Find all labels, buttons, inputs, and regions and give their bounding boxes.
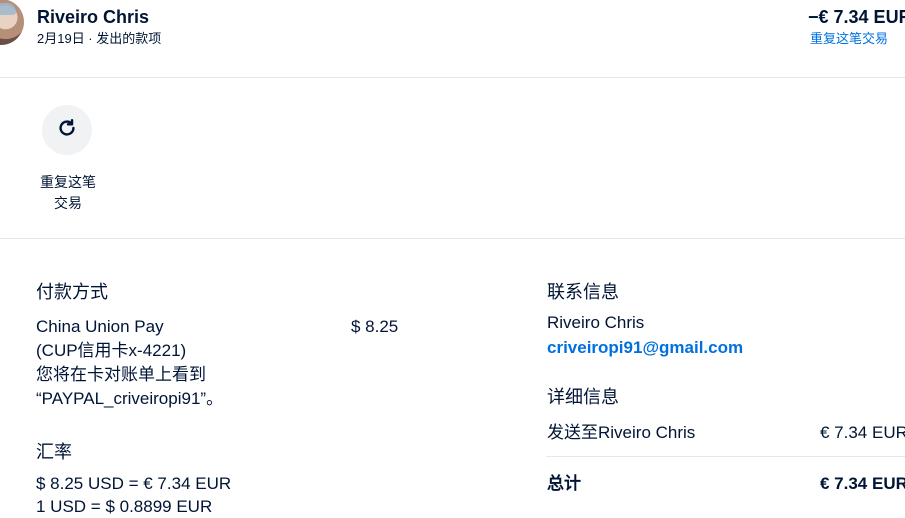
details-divider xyxy=(546,456,905,457)
exchange-rate-line2: 1 USD = $ 0.8899 EUR xyxy=(36,497,213,516)
payment-method-title: 付款方式 xyxy=(36,282,108,302)
sent-to-amount: € 7.34 EUR xyxy=(820,423,905,442)
sent-to-label: 发送至Riveiro Chris xyxy=(547,423,696,442)
contact-email-link[interactable]: criveiropi91@gmail.com xyxy=(547,336,743,359)
total-amount: € 7.34 EUR xyxy=(820,474,905,493)
actions-divider xyxy=(0,238,905,239)
total-label: 总计 xyxy=(547,474,581,493)
contact-name: Riveiro Chris xyxy=(547,313,645,332)
payment-amount: $ 8.25 xyxy=(351,317,399,336)
repeat-transaction-link[interactable]: 重复这笔交易 xyxy=(810,30,888,48)
repeat-transaction-label[interactable]: 重复这笔 交易 xyxy=(30,172,106,214)
exchange-rate-line1: $ 8.25 USD = € 7.34 EUR xyxy=(36,474,232,493)
contact-info-title: 联系信息 xyxy=(547,282,619,302)
payment-method-line3: 您将在卡对账单上看到 xyxy=(36,365,206,384)
payment-method-line4: “PAYPAL_criveiropi91”。 xyxy=(36,389,224,408)
refresh-icon xyxy=(56,117,78,144)
payment-method-line2: (CUP信用卡x-4221) xyxy=(36,341,187,360)
counterparty-name: Riveiro Chris xyxy=(37,7,150,27)
exchange-rate-title: 汇率 xyxy=(36,442,72,462)
header-divider xyxy=(0,77,905,78)
details-title: 详细信息 xyxy=(547,387,619,407)
repeat-label-line2: 交易 xyxy=(54,195,82,211)
avatar xyxy=(0,0,24,45)
payment-method-line1: China Union Pay xyxy=(36,317,164,336)
transaction-amount: −€ 7.34 EUR xyxy=(808,7,905,27)
repeat-label-line1: 重复这笔 xyxy=(40,174,96,190)
repeat-transaction-button[interactable] xyxy=(42,105,92,155)
transaction-subtitle: 2月19日 · 发出的款项 xyxy=(37,31,162,46)
